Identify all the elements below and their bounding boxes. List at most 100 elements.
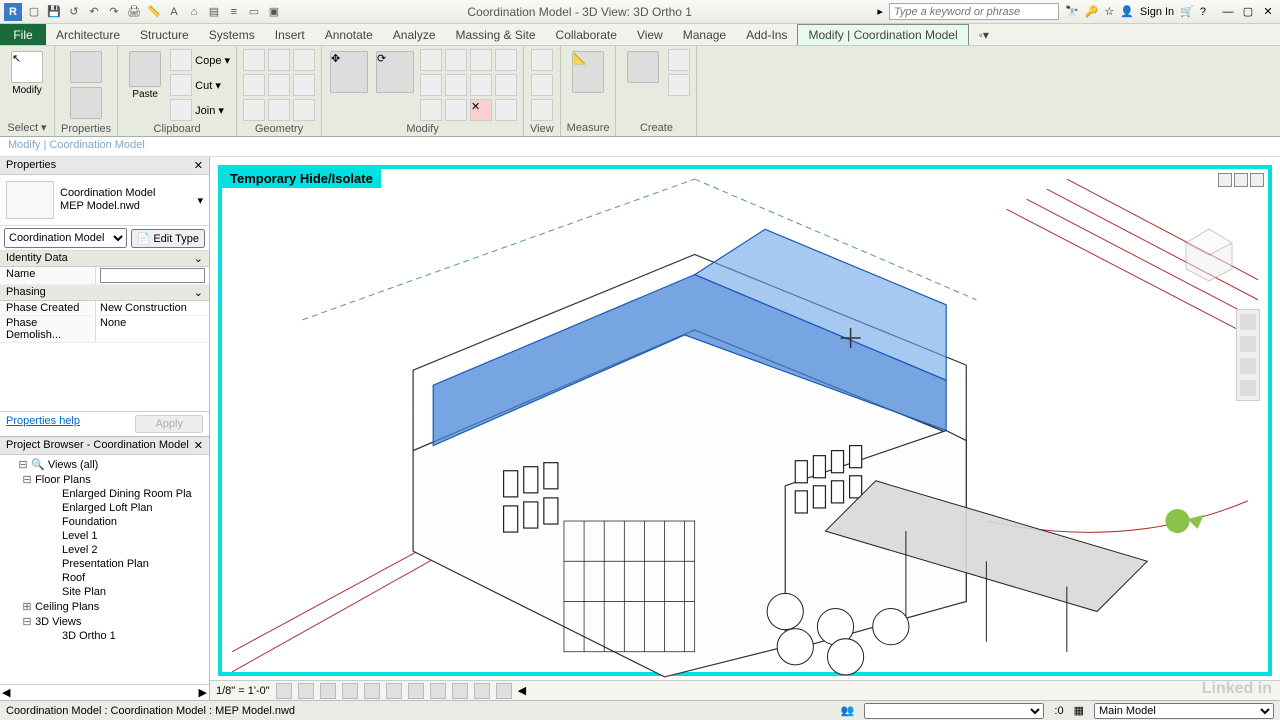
tab-collaborate[interactable]: Collaborate	[546, 24, 627, 45]
tab-insert[interactable]: Insert	[265, 24, 315, 45]
modify-btn[interactable]	[470, 49, 492, 71]
crop-icon[interactable]	[386, 683, 402, 699]
tab-file[interactable]: File	[0, 24, 46, 45]
orbit-icon[interactable]	[1240, 380, 1256, 396]
keys-icon[interactable]: 🔑	[1085, 5, 1099, 18]
tree-item[interactable]: Level 2	[4, 543, 205, 557]
instance-selector[interactable]: Coordination Model	[4, 228, 127, 248]
properties-button[interactable]	[65, 49, 107, 121]
modify-btn[interactable]	[420, 74, 442, 96]
tab-view[interactable]: View	[627, 24, 673, 45]
text-icon[interactable]: A	[166, 4, 182, 20]
drawing-canvas[interactable]: Temporary Hide/Isolate	[218, 165, 1272, 676]
star-icon[interactable]: ☆	[1104, 5, 1114, 18]
cope-button[interactable]: Cope ▾	[170, 49, 230, 71]
tab-systems[interactable]: Systems	[199, 24, 265, 45]
cut-button[interactable]: Cut ▾	[170, 74, 230, 96]
reveal-icon[interactable]	[474, 683, 490, 699]
sign-in-link[interactable]: Sign In	[1140, 6, 1174, 18]
tab-massing[interactable]: Massing & Site	[446, 24, 546, 45]
tab-architecture[interactable]: Architecture	[46, 24, 130, 45]
geometry-btn[interactable]	[268, 74, 290, 96]
view-btn[interactable]	[531, 74, 553, 96]
help-icon[interactable]: ?	[1200, 6, 1206, 18]
rotate-button[interactable]: ⟳	[374, 49, 416, 95]
geometry-btn[interactable]	[268, 49, 290, 71]
tree-item[interactable]: Site Plan	[4, 585, 205, 599]
redo-icon[interactable]: ↷	[106, 4, 122, 20]
switch-icon[interactable]: ▭	[246, 4, 262, 20]
design-options-select[interactable]	[864, 703, 1044, 719]
measure-button[interactable]: 📐	[567, 49, 609, 95]
viewcube[interactable]	[1174, 219, 1244, 289]
project-tree[interactable]: ⊟ 🔍 Views (all) ⊟ Floor Plans Enlarged D…	[0, 455, 209, 684]
workset-select[interactable]: Main Model	[1094, 703, 1274, 719]
modify-btn[interactable]	[445, 74, 467, 96]
minimize-button[interactable]: —	[1220, 4, 1236, 20]
expand-icon[interactable]: ⌄	[194, 252, 203, 265]
model-icon[interactable]: ▦	[1074, 704, 1084, 717]
steering-wheel-icon[interactable]	[1240, 314, 1256, 330]
prop-phase-created-value[interactable]: New Construction	[96, 301, 209, 315]
modify-btn[interactable]	[420, 49, 442, 71]
tab-structure[interactable]: Structure	[130, 24, 199, 45]
paste-button[interactable]: Paste	[124, 49, 166, 102]
maximize-button[interactable]: ▢	[1240, 4, 1256, 20]
create-btn[interactable]	[668, 49, 690, 71]
undo-icon[interactable]: ↶	[86, 4, 102, 20]
viewport[interactable]: Temporary Hide/Isolate	[210, 157, 1280, 700]
detail-level-icon[interactable]	[276, 683, 292, 699]
analytical-icon[interactable]	[496, 683, 512, 699]
print-icon[interactable]: 🖨	[126, 4, 142, 20]
model-view[interactable]	[222, 169, 1268, 682]
tree-item[interactable]: Enlarged Loft Plan	[4, 501, 205, 515]
chevron-down-icon[interactable]: ▾	[197, 194, 203, 207]
thin-icon[interactable]: ≡	[226, 4, 242, 20]
geometry-btn[interactable]	[243, 49, 265, 71]
tab-modify-coordination[interactable]: Modify | Coordination Model	[797, 24, 968, 45]
modify-btn[interactable]	[420, 99, 442, 121]
sun-path-icon[interactable]	[320, 683, 336, 699]
tree-item[interactable]: 3D Ortho 1	[4, 629, 205, 643]
user-icon[interactable]: 👤	[1120, 5, 1134, 18]
visual-style-icon[interactable]	[298, 683, 314, 699]
pan-icon[interactable]	[1240, 336, 1256, 352]
view-btn[interactable]	[531, 99, 553, 121]
tree-item[interactable]: Presentation Plan	[4, 557, 205, 571]
expand-icon[interactable]: ⌄	[194, 286, 203, 299]
tab-addins[interactable]: Add-Ins	[736, 24, 797, 45]
geometry-btn[interactable]	[293, 99, 315, 121]
properties-help-link[interactable]: Properties help	[6, 415, 80, 433]
prop-name-input[interactable]	[100, 268, 205, 283]
measure-icon[interactable]: 📏	[146, 4, 162, 20]
navigation-bar[interactable]	[1236, 309, 1260, 401]
modify-btn[interactable]: ✕	[470, 99, 492, 121]
temp-hide-icon[interactable]	[452, 683, 468, 699]
tab-annotate[interactable]: Annotate	[315, 24, 383, 45]
scroll-right-icon[interactable]: ▶	[199, 686, 207, 699]
tree-item[interactable]: Roof	[4, 571, 205, 585]
tree-item[interactable]: Level 1	[4, 529, 205, 543]
apply-button[interactable]: Apply	[135, 415, 203, 433]
ribbon-options-icon[interactable]: ◦▾	[969, 24, 999, 45]
close-icon[interactable]: ✕	[194, 439, 203, 452]
sync-icon[interactable]: ↺	[66, 4, 82, 20]
tab-analyze[interactable]: Analyze	[383, 24, 446, 45]
create-button[interactable]	[622, 49, 664, 85]
prop-phase-demolished-value[interactable]: None	[96, 316, 209, 342]
tree-item[interactable]: Enlarged Dining Room Pla	[4, 487, 205, 501]
scale-label[interactable]: 1/8" = 1'-0"	[216, 685, 270, 697]
view-btn[interactable]	[531, 49, 553, 71]
scroll-left-icon[interactable]: ◀	[2, 686, 10, 699]
modify-btn[interactable]	[495, 99, 517, 121]
rendering-icon[interactable]	[364, 683, 380, 699]
crop-region-icon[interactable]	[408, 683, 424, 699]
exchange-icon[interactable]: 🛒	[1180, 5, 1194, 18]
geometry-btn[interactable]	[293, 74, 315, 96]
open-icon[interactable]: ▢	[26, 4, 42, 20]
modify-tool-button[interactable]: ↖ Modify	[6, 49, 48, 98]
close-button[interactable]: ✕	[1260, 4, 1276, 20]
tree-item[interactable]: Foundation	[4, 515, 205, 529]
geometry-btn[interactable]	[243, 74, 265, 96]
edit-type-button[interactable]: 📄 Edit Type	[131, 229, 205, 248]
